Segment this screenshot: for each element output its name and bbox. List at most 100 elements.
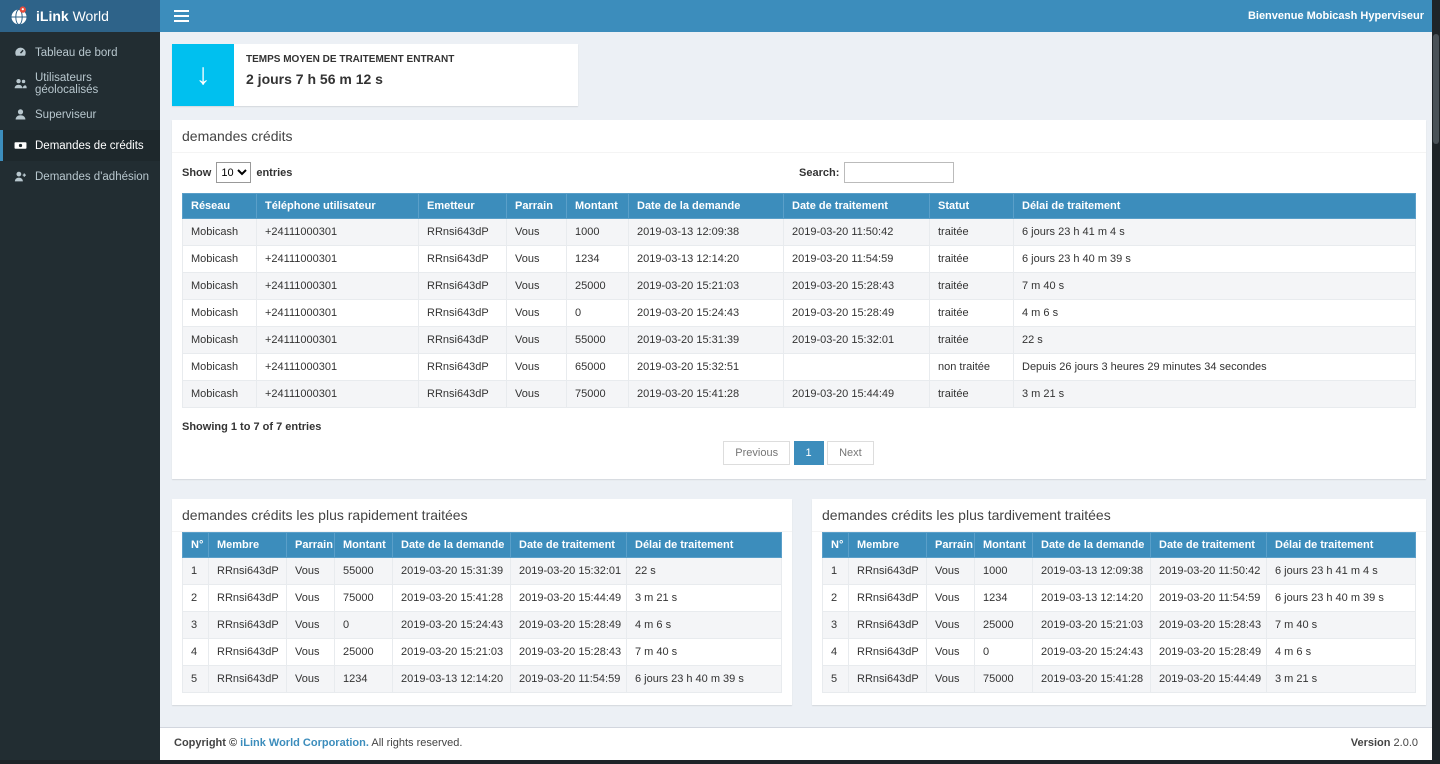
column-header[interactable]: Réseau <box>183 194 257 219</box>
column-header[interactable]: Membre <box>849 533 927 558</box>
column-header[interactable]: Parrain <box>507 194 567 219</box>
cell: traitée <box>930 327 1014 354</box>
cell: 65000 <box>567 354 629 381</box>
user-menu[interactable]: Bienvenue Mobicash Hyperviseur <box>1248 10 1424 22</box>
cell: traitée <box>930 300 1014 327</box>
column-header[interactable]: Délai de traitement <box>627 533 782 558</box>
column-header[interactable]: N° <box>823 533 849 558</box>
header-row: N° Membre Parrain Montant Date de la dem… <box>183 533 782 558</box>
column-header[interactable]: Montant <box>335 533 393 558</box>
cell: 75000 <box>335 585 393 612</box>
pagination: Previous 1 Next <box>172 435 1426 479</box>
app-title: iLink World <box>36 8 109 24</box>
column-header[interactable]: Téléphone utilisateur <box>257 194 419 219</box>
cell <box>784 354 930 381</box>
main-content: ↓ TEMPS MOYEN DE TRAITEMENT ENTRANT 2 jo… <box>160 32 1432 732</box>
table-info: Showing 1 to 7 of 7 entries <box>172 408 1426 435</box>
cell: 3 <box>823 612 849 639</box>
cell: +24111000301 <box>257 300 419 327</box>
cell: 2019-03-20 15:41:28 <box>629 381 784 408</box>
cell: 4 m 6 s <box>1267 639 1416 666</box>
cell: 2019-03-20 15:28:43 <box>511 639 627 666</box>
cell: 22 s <box>627 558 782 585</box>
sidebar-item-demandes-de-credits[interactable]: Demandes de crédits <box>0 130 160 161</box>
app-logo[interactable]: iLink World <box>0 0 160 32</box>
sidebar-item-tableau-de-bord[interactable]: Tableau de bord <box>0 37 160 68</box>
cell: Vous <box>507 300 567 327</box>
table-row: Mobicash+24111000301RRnsi643dPVous02019-… <box>183 300 1416 327</box>
column-header[interactable]: Date de la demande <box>393 533 511 558</box>
page-length-select[interactable]: 10 <box>216 162 251 183</box>
sidebar-item-superviseur[interactable]: Superviseur <box>0 99 160 130</box>
column-header[interactable]: Délai de traitement <box>1267 533 1416 558</box>
cell: Vous <box>287 612 335 639</box>
next-page-button[interactable]: Next <box>827 441 874 465</box>
horizontal-scrollbar[interactable] <box>0 760 1440 764</box>
cell: RRnsi643dP <box>419 219 507 246</box>
column-header[interactable]: N° <box>183 533 209 558</box>
cell: 75000 <box>567 381 629 408</box>
cell: Vous <box>927 585 975 612</box>
cell: +24111000301 <box>257 219 419 246</box>
table-row: 5RRnsi643dPVous750002019-03-20 15:41:282… <box>823 666 1416 693</box>
cell: 2019-03-13 12:09:38 <box>1033 558 1151 585</box>
cell: traitée <box>930 219 1014 246</box>
show-label: Show <box>182 167 211 179</box>
cell: 2019-03-20 15:24:43 <box>393 612 511 639</box>
cell: 6 jours 23 h 41 m 4 s <box>1014 219 1416 246</box>
scrollbar-thumb[interactable] <box>1433 34 1439 144</box>
cell: RRnsi643dP <box>419 327 507 354</box>
previous-page-button[interactable]: Previous <box>723 441 790 465</box>
cell: Vous <box>287 558 335 585</box>
column-header[interactable]: Date de la demande <box>629 194 784 219</box>
credit-icon <box>14 139 27 152</box>
cell: 7 m 40 s <box>1014 273 1416 300</box>
cell: traitée <box>930 273 1014 300</box>
sidebar: Tableau de bord Utilisateurs géolocalisé… <box>0 32 160 764</box>
table-row: 4RRnsi643dPVous02019-03-20 15:24:432019-… <box>823 639 1416 666</box>
column-header[interactable]: Délai de traitement <box>1014 194 1416 219</box>
column-header[interactable]: Montant <box>567 194 629 219</box>
cell: 6 jours 23 h 41 m 4 s <box>1267 558 1416 585</box>
cell: 3 <box>183 612 209 639</box>
infobox-value: 2 jours 7 h 56 m 12 s <box>246 71 454 87</box>
sidebar-item-label: Superviseur <box>35 109 96 121</box>
membership-icon <box>14 170 27 183</box>
column-header[interactable]: Parrain <box>927 533 975 558</box>
cell: Depuis 26 jours 3 heures 29 minutes 34 s… <box>1014 354 1416 381</box>
cell: 6 jours 23 h 40 m 39 s <box>627 666 782 693</box>
cell: RRnsi643dP <box>849 639 927 666</box>
cell: 2019-03-20 15:44:49 <box>1151 666 1267 693</box>
cell: 2019-03-20 15:21:03 <box>393 639 511 666</box>
table-row: Mobicash+24111000301RRnsi643dPVous100020… <box>183 219 1416 246</box>
table-row: Mobicash+24111000301RRnsi643dPVous650002… <box>183 354 1416 381</box>
sidebar-item-demandes-d-adhesion[interactable]: Demandes d'adhésion <box>0 161 160 192</box>
column-header[interactable]: Emetteur <box>419 194 507 219</box>
fastest-table: N° Membre Parrain Montant Date de la dem… <box>182 532 782 693</box>
page-1-button[interactable]: 1 <box>794 441 824 465</box>
column-header[interactable]: Date de traitement <box>1151 533 1267 558</box>
column-header[interactable]: Date de traitement <box>511 533 627 558</box>
cell: Vous <box>507 327 567 354</box>
vertical-scrollbar[interactable] <box>1432 0 1440 764</box>
sidebar-item-utilisateurs-geolocalises[interactable]: Utilisateurs géolocalisés <box>0 68 160 99</box>
column-header[interactable]: Statut <box>930 194 1014 219</box>
cell: RRnsi643dP <box>209 585 287 612</box>
cell: 2 <box>183 585 209 612</box>
column-header[interactable]: Date de la demande <box>1033 533 1151 558</box>
sidebar-toggle-button[interactable] <box>160 0 202 32</box>
cell: 2019-03-20 15:24:43 <box>629 300 784 327</box>
search-input[interactable] <box>844 162 954 183</box>
company-link[interactable]: iLink World Corporation. <box>240 737 369 749</box>
cell: 1234 <box>335 666 393 693</box>
column-header[interactable]: Montant <box>975 533 1033 558</box>
cell: 2019-03-20 11:50:42 <box>1151 558 1267 585</box>
column-header[interactable]: Parrain <box>287 533 335 558</box>
version-text: Version 2.0.0 <box>1351 737 1418 751</box>
cell: 2019-03-20 15:41:28 <box>1033 666 1151 693</box>
cell: Mobicash <box>183 246 257 273</box>
top-header: iLink World Bienvenue Mobicash Hypervise… <box>0 0 1440 32</box>
column-header[interactable]: Membre <box>209 533 287 558</box>
column-header[interactable]: Date de traitement <box>784 194 930 219</box>
cell: RRnsi643dP <box>419 300 507 327</box>
